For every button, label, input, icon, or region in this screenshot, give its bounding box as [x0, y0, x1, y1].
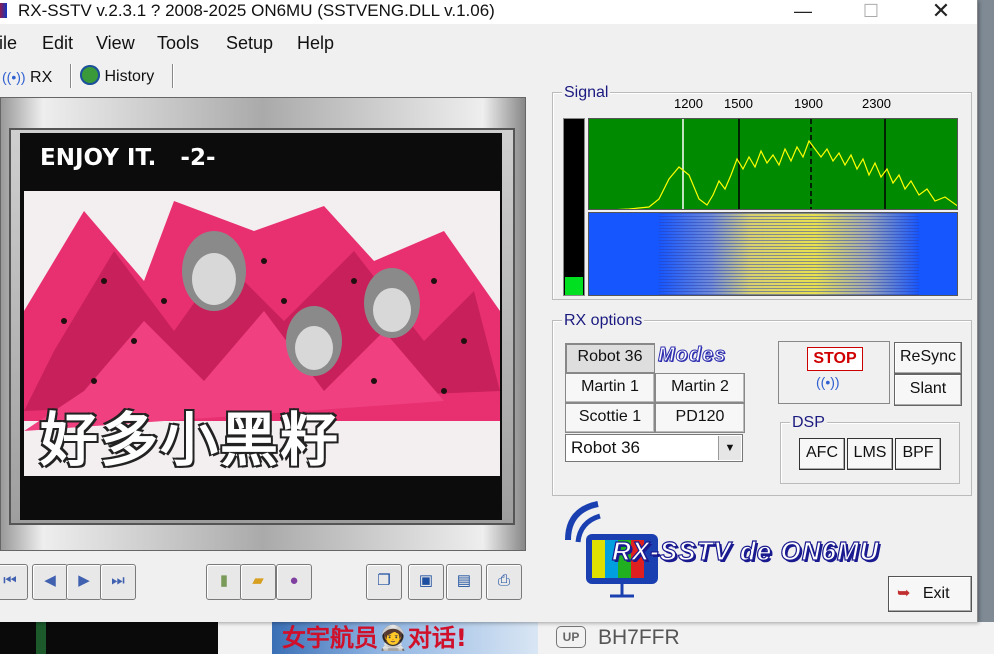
mode-scottie1-button[interactable]: Scottie 1 [565, 403, 655, 433]
previous-image-button[interactable]: ◀ [32, 564, 68, 600]
window-title: RX-SSTV v.2.3.1 ? 2008-2025 ON6MU (SSTVE… [18, 1, 495, 20]
slant-button[interactable]: Slant [894, 374, 962, 406]
exit-label: Exit [922, 585, 950, 602]
rx-sstv-window: RX-SSTV v.2.3.1 ? 2008-2025 ON6MU (SSTVE… [0, 0, 978, 622]
background-video-thumbnail [0, 622, 218, 654]
printer-icon: ⎙ [497, 572, 510, 589]
received-sstv-image: ENJOY IT. -2- 好多小黑籽 [20, 133, 502, 520]
antenna-icon: ((•)) [816, 374, 840, 390]
exit-door-icon: ➥ [897, 585, 911, 602]
history-clock-icon [80, 65, 100, 85]
copy-icon: ❐ [377, 572, 391, 589]
menu-file[interactable]: ile [0, 30, 17, 56]
print-button[interactable]: ⎙ [486, 564, 522, 600]
delete-image-button[interactable]: ▮ [206, 564, 242, 600]
image-caption: ENJOY IT. -2- [40, 145, 216, 171]
resync-button[interactable]: ReSync [894, 342, 962, 374]
folder-icon: ▰ [252, 572, 264, 589]
copy-button[interactable]: ❐ [366, 564, 402, 600]
previous-icon: ◀ [44, 572, 56, 589]
lms-button[interactable]: LMS [847, 438, 893, 470]
next-image-button[interactable]: ▶ [66, 564, 102, 600]
last-image-button[interactable]: ⏭ [100, 564, 136, 600]
magnifier-icon: ● [289, 572, 299, 589]
menu-tools[interactable]: Tools [157, 30, 199, 56]
background-banner: 女宇航员🧑‍🚀对话! [272, 622, 538, 654]
image-overlay-text: 好多小黑籽 [40, 406, 341, 474]
first-icon: ⏮ [3, 572, 17, 589]
freq-tick-1500: 1500 [724, 96, 753, 111]
afc-button[interactable]: AFC [799, 438, 845, 470]
dsp-label: DSP [790, 414, 827, 432]
rx-sstv-logo-text: RX-SSTV de ON6MU [611, 535, 880, 566]
tab-rx[interactable]: ((•)) RX [2, 62, 52, 90]
tab-rx-label: RX [30, 69, 53, 86]
stop-button[interactable]: STOP [807, 347, 863, 371]
mode-martin1-button[interactable]: Martin 1 [565, 373, 655, 403]
bpf-button[interactable]: BPF [895, 438, 941, 470]
save-icon: ▣ [418, 572, 434, 589]
last-icon: ⏭ [111, 572, 125, 589]
menu-view[interactable]: View [96, 30, 135, 56]
open-folder-button[interactable]: ▰ [240, 564, 276, 600]
save-all-button[interactable]: ▤ [446, 564, 482, 600]
maximize-button[interactable]: ☐ [848, 0, 894, 22]
mode-robot36-button[interactable]: Robot 36 [565, 343, 655, 373]
up-badge: UP [556, 626, 586, 648]
freq-tick-1200: 1200 [674, 96, 703, 111]
mode-select[interactable]: Robot 36 [565, 434, 743, 462]
tab-history-label: History [104, 68, 155, 85]
tab-bar: ((•)) RX History [0, 60, 540, 92]
first-image-button[interactable]: ⏮ [0, 564, 28, 600]
save-all-icon: ▤ [456, 572, 472, 589]
title-bar: RX-SSTV v.2.3.1 ? 2008-2025 ON6MU (SSTVE… [0, 0, 977, 24]
close-button[interactable]: ✕ [918, 0, 964, 22]
save-button[interactable]: ▣ [408, 564, 444, 600]
next-icon: ▶ [78, 572, 90, 589]
image-toolbar: ⏮ ◀ ▶ ⏭ ▮ ▰ ● ❐ ▣ ▤ ⎙ [0, 560, 540, 604]
exit-button[interactable]: ➥ Exit [888, 576, 972, 612]
banner-text-2: 对话! [407, 624, 467, 652]
modes-logo: Modes [657, 344, 727, 367]
signal-level-fill [565, 277, 583, 295]
menu-edit[interactable]: Edit [42, 30, 73, 56]
mode-pd120-button[interactable]: PD120 [655, 403, 745, 433]
zoom-button[interactable]: ● [276, 564, 312, 600]
signal-level-meter [563, 118, 585, 296]
uploader-name[interactable]: BH7FFR [598, 624, 680, 652]
banner-text: 女宇航员 [282, 624, 378, 652]
minimize-button[interactable]: — [780, 0, 826, 22]
signal-label: Signal [562, 84, 611, 102]
trash-icon: ▮ [219, 572, 229, 589]
waterfall-display [588, 212, 958, 296]
menu-setup[interactable]: Setup [226, 30, 273, 56]
menu-bar: ile Edit View Tools Setup Help [0, 30, 977, 56]
chevron-down-icon[interactable]: ▼ [718, 436, 741, 460]
app-icon [0, 3, 7, 18]
antenna-icon: ((•)) [2, 69, 26, 85]
spectrum-display [588, 118, 958, 210]
freq-tick-1900: 1900 [794, 96, 823, 111]
rx-options-label: RX options [562, 312, 645, 330]
mode-martin2-button[interactable]: Martin 2 [655, 373, 745, 403]
freq-tick-2300: 2300 [862, 96, 891, 111]
tab-history[interactable]: History [80, 62, 154, 90]
menu-help[interactable]: Help [297, 30, 334, 56]
